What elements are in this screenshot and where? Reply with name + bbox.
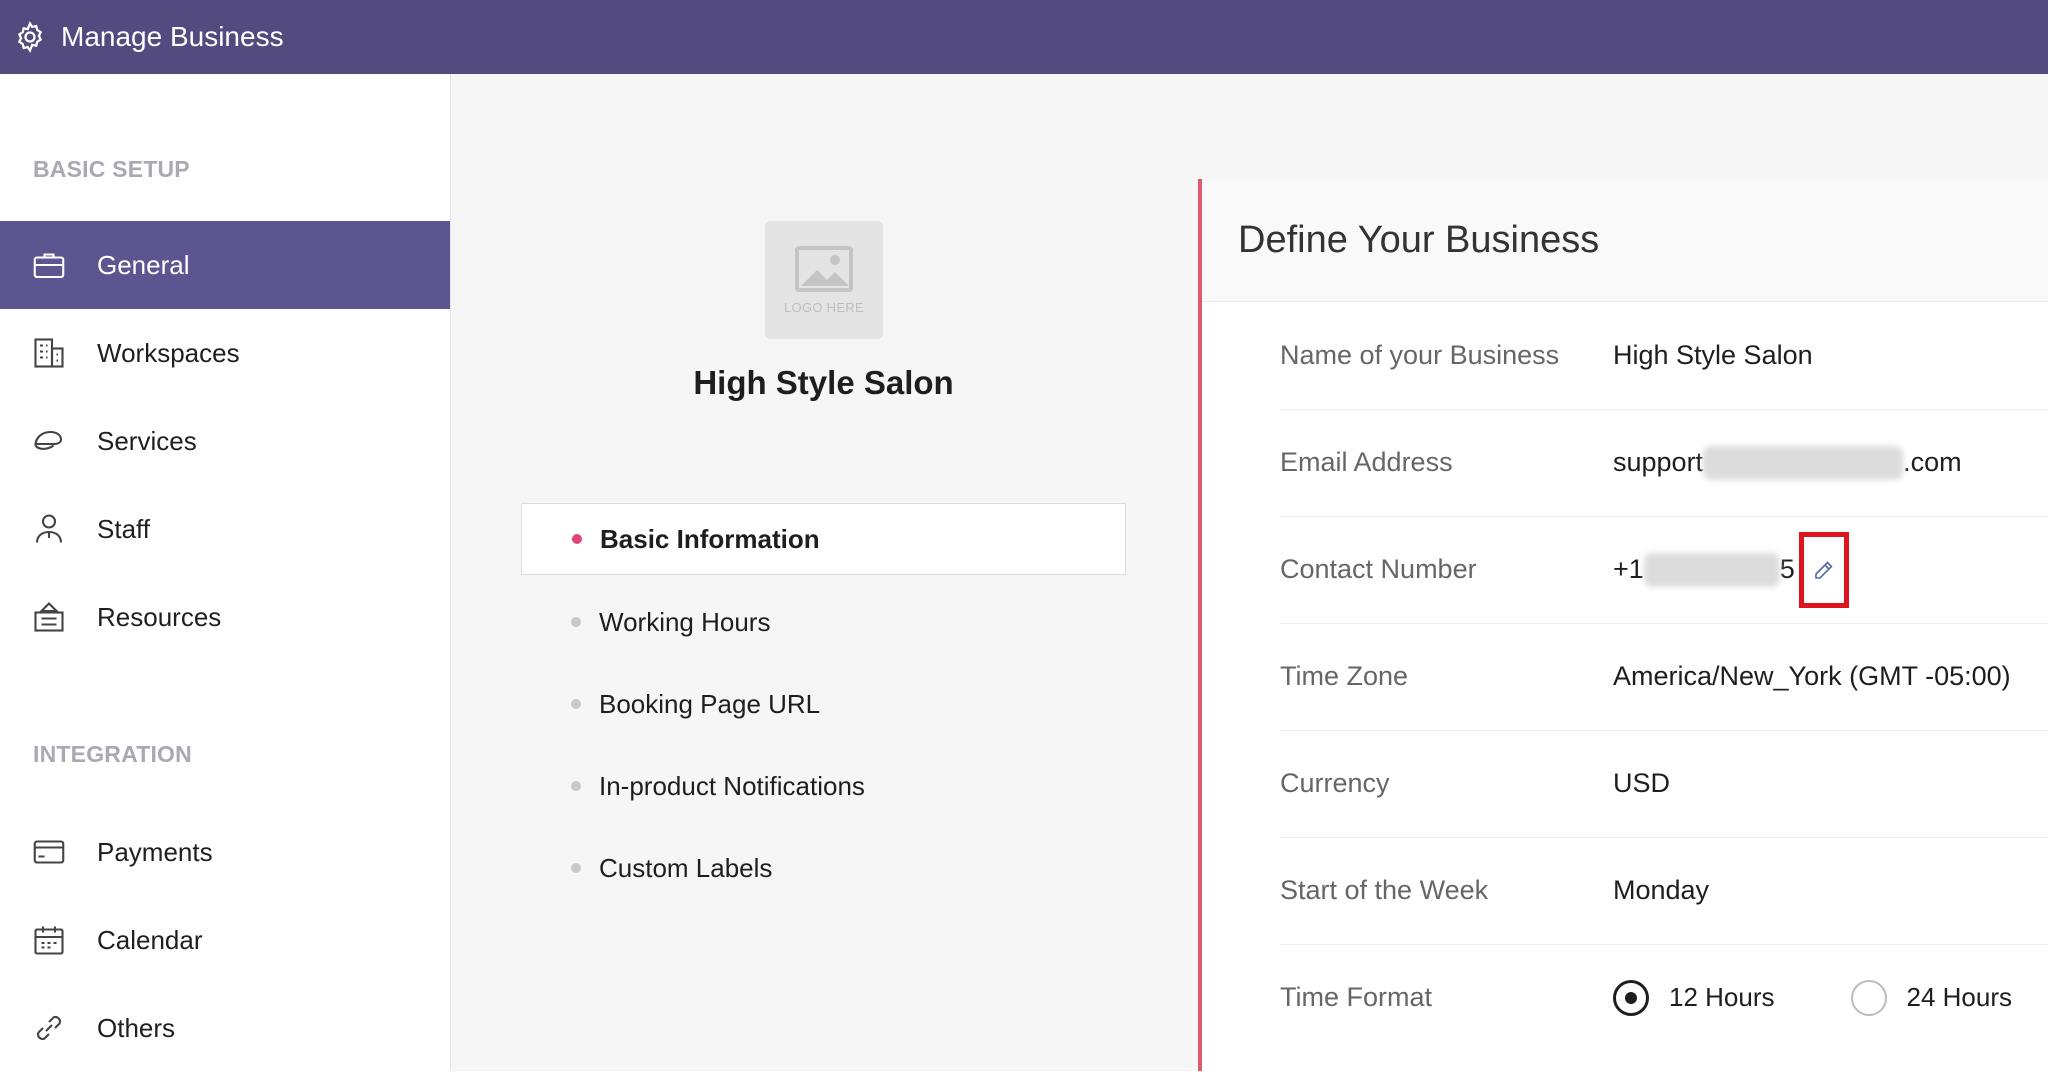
subnav-label: Basic Information [600,523,820,554]
gear-icon[interactable] [13,20,47,54]
business-name: High Style Salon [693,364,954,401]
email-value-start: support [1613,447,1704,477]
define-business-card: Define Your Business Name of your Busine… [1198,179,2048,1071]
email-value: support .com [1613,445,1962,480]
field-email: Email Address support .com [1280,409,2048,517]
subnav-working-hours[interactable]: Working Hours [521,586,1126,658]
field-label: Currency [1280,768,1390,798]
sidebar: BASIC SETUP General Workspaces Services … [0,74,451,1071]
top-bar: Manage Business [0,0,2048,74]
bullet-dot [571,699,581,709]
sidebar-item-label: Others [97,1012,176,1043]
subnav-label: Working Hours [599,606,771,637]
field-label: Time Zone [1280,661,1409,691]
sidebar-item-label: Workspaces [97,337,240,368]
email-value-end: .com [1903,447,1962,477]
sidebar-item-label: General [97,249,190,280]
sidebar-item-label: Staff [97,513,151,544]
sidebar-item-resources[interactable]: Resources [0,573,450,661]
field-start-of-week: Start of the Week Monday [1280,837,2048,945]
redacted-text [1643,552,1780,587]
field-business-name: Name of your Business High Style Salon [1280,302,2048,410]
business-name-value: High Style Salon [1613,340,1813,370]
radio-24-hours[interactable]: 24 Hours [1850,979,2013,1016]
bullet-dot [571,781,581,791]
field-contact-number: Contact Number +1 5 [1280,516,2048,624]
bullet-dot [571,617,581,627]
radio-label: 24 Hours [1906,982,2013,1012]
bullet-dot [572,534,582,544]
image-icon [795,245,853,292]
sidebar-item-others[interactable]: Others [0,984,450,1072]
sidebar-item-services[interactable]: Services [0,397,450,485]
building-icon [34,338,64,368]
section-label-basic-setup: BASIC SETUP [33,156,190,182]
subnav-basic-information[interactable]: Basic Information [521,503,1126,575]
subnav-label: In-product Notifications [599,770,865,801]
subnav-booking-page-url[interactable]: Booking Page URL [521,668,1126,740]
subnav-label: Booking Page URL [599,688,821,719]
staff-icon [35,514,63,543]
field-label: Time Format [1280,982,1433,1012]
sidebar-item-label: Calendar [97,924,203,955]
sidebar-item-label: Payments [97,836,213,867]
details-panel: Define Your Business Name of your Busine… [1196,74,2048,1071]
page-title: Manage Business [61,21,284,52]
radio-circle [1850,979,1887,1016]
contact-value: +1 5 [1613,531,1849,608]
field-time-zone: Time Zone America/New_York (GMT -05:00) [1280,623,2048,731]
briefcase-icon [33,253,65,279]
radio-circle [1613,979,1649,1016]
field-label: Start of the Week [1280,875,1489,905]
link-icon [37,1016,61,1040]
sidebar-item-payments[interactable]: Payments [0,808,450,896]
subnav-in-product-notifications[interactable]: In-product Notifications [521,750,1126,822]
sidebar-item-workspaces[interactable]: Workspaces [0,309,450,397]
pencil-icon [1815,560,1833,579]
sidebar-item-label: Resources [97,601,222,632]
radio-label: 12 Hours [1669,982,1775,1012]
resources-icon [34,602,64,632]
contact-value-end: 5 [1779,554,1795,584]
sidebar-item-general[interactable]: General [0,221,450,309]
radio-12-hours[interactable]: 12 Hours [1613,979,1775,1016]
sidebar-item-staff[interactable]: Staff [0,485,450,573]
card-title: Define Your Business [1238,218,1600,261]
section-label-integration: INTEGRATION [33,741,192,767]
sidebar-item-calendar[interactable]: Calendar [0,896,450,984]
subnav-custom-labels[interactable]: Custom Labels [521,832,1126,904]
logo-placeholder-text: LOGO HERE [784,299,864,315]
field-label: Email Address [1280,447,1453,477]
calendar-icon [34,926,64,955]
field-label: Name of your Business [1280,340,1560,370]
sidebar-item-label: Services [97,425,197,456]
time-zone-value: America/New_York (GMT -05:00) [1613,661,2011,691]
week-start-value: Monday [1613,875,1710,905]
card-header: Define Your Business [1202,179,2048,302]
field-time-format: Time Format 12 Hours 24 Hours [1280,944,2048,1051]
time-format-options: 12 Hours 24 Hours [1613,979,2013,1016]
redacted-text [1703,445,1904,480]
card-icon [33,840,65,864]
field-label: Contact Number [1280,554,1477,584]
field-currency: Currency USD [1280,730,2048,838]
logo-upload[interactable]: LOGO HERE [765,221,883,339]
cap-icon [34,430,63,450]
edit-contact-button[interactable] [1798,531,1849,608]
subnav-label: Custom Labels [599,852,773,883]
business-overview-panel: LOGO HERE High Style Salon Basic Informa… [451,74,1196,1071]
contact-value-start: +1 [1613,554,1644,584]
bullet-dot [571,863,581,873]
currency-value: USD [1613,768,1671,798]
